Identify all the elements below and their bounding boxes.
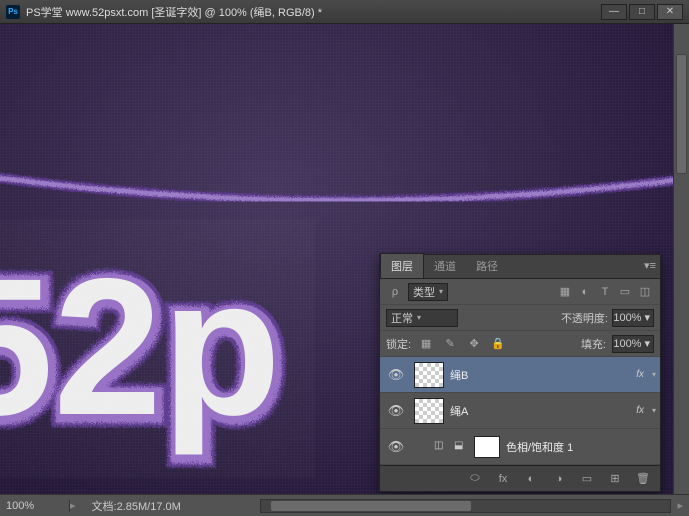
fx-badge[interactable]: fx [636, 405, 644, 416]
layer-thumbnail[interactable] [414, 362, 444, 388]
app-icon: Ps [6, 5, 20, 19]
visibility-icon[interactable]: 👁 [384, 363, 408, 387]
lock-transparency-icon[interactable]: ▦ [417, 335, 435, 353]
chevron-right-icon[interactable]: ▸ [677, 499, 683, 512]
filter-type-icon[interactable]: T [596, 283, 614, 301]
tab-paths[interactable]: 路径 [466, 254, 508, 278]
tab-layers[interactable]: 图层 [380, 253, 424, 278]
add-mask-icon[interactable]: ◐ [522, 470, 540, 488]
fx-badge[interactable]: fx [636, 369, 644, 380]
layer-fx-icon[interactable]: fx [494, 470, 512, 488]
filter-kind-select[interactable]: 类型▾ [408, 283, 448, 301]
fill-input[interactable]: 100%▾ [612, 335, 654, 353]
layer-row[interactable]: 👁 绳B fx ▾ [380, 357, 660, 393]
vertical-scrollbar[interactable] [673, 24, 689, 494]
layer-thumbnail[interactable] [414, 398, 444, 424]
svg-text:52p: 52p [0, 238, 281, 456]
layer-row[interactable]: 👁 ◫ ⬓ 色相/饱和度 1 [380, 429, 660, 465]
chevron-down-icon[interactable]: ▾ [652, 370, 656, 379]
clip-icon: ⬓ [454, 440, 468, 454]
link-layers-icon[interactable]: ⬭ [466, 470, 484, 488]
visibility-icon[interactable]: 👁 [384, 435, 408, 459]
lock-all-icon[interactable]: 🔒 [489, 335, 507, 353]
lock-pixels-icon[interactable]: ✎ [441, 335, 459, 353]
fill-label: 填充: [581, 336, 606, 352]
layer-name[interactable]: 绳B [450, 367, 630, 383]
zoom-level[interactable]: 100% [0, 500, 70, 512]
filter-adjust-icon[interactable]: ◐ [576, 283, 594, 301]
filter-pixel-icon[interactable]: ▦ [556, 283, 574, 301]
delete-layer-icon[interactable]: 🗑 [634, 470, 652, 488]
visibility-icon[interactable]: 👁 [384, 399, 408, 423]
scrollbar-thumb[interactable] [271, 501, 471, 511]
window-title: PS学堂 www.52psxt.com [圣诞字效] @ 100% (绳B, R… [26, 4, 601, 20]
filter-smart-icon[interactable]: ◫ [636, 283, 654, 301]
search-icon[interactable]: ρ [386, 283, 404, 301]
maximize-button[interactable]: □ [629, 4, 655, 20]
horizontal-scrollbar[interactable] [260, 499, 671, 513]
new-layer-icon[interactable]: ⊞ [606, 470, 624, 488]
layer-row[interactable]: 👁 绳A fx ▾ [380, 393, 660, 429]
layer-mask-thumbnail[interactable] [474, 436, 500, 458]
close-button[interactable]: ✕ [657, 4, 683, 20]
layer-name[interactable]: 色相/饱和度 1 [506, 439, 656, 455]
chevron-right-icon[interactable]: ▸ [70, 499, 76, 512]
opacity-label: 不透明度: [561, 310, 608, 326]
panel-menu-icon[interactable]: ▾≡ [644, 259, 656, 272]
layers-panel: 图层 通道 路径 ▾≡ ρ 类型▾ ▦ ◐ T ▭ ◫ 正常▾ 不透明度: 10… [379, 254, 661, 492]
tab-channels[interactable]: 通道 [424, 254, 466, 278]
scrollbar-thumb[interactable] [676, 54, 687, 174]
layer-list: 👁 绳B fx ▾ 👁 绳A fx ▾ 👁 ◫ ⬓ 色相/饱和度 1 [380, 357, 660, 465]
new-group-icon[interactable]: ▭ [578, 470, 596, 488]
layer-name[interactable]: 绳A [450, 403, 630, 419]
blend-mode-select[interactable]: 正常▾ [386, 309, 458, 327]
lock-position-icon[interactable]: ✥ [465, 335, 483, 353]
opacity-input[interactable]: 100%▾ [612, 309, 654, 327]
filter-shape-icon[interactable]: ▭ [616, 283, 634, 301]
new-adjustment-icon[interactable]: ◑ [550, 470, 568, 488]
lock-label: 锁定: [386, 336, 411, 352]
minimize-button[interactable]: — [601, 4, 627, 20]
chevron-down-icon[interactable]: ▾ [652, 406, 656, 415]
adjust-hsb-icon: ◫ [434, 440, 448, 454]
